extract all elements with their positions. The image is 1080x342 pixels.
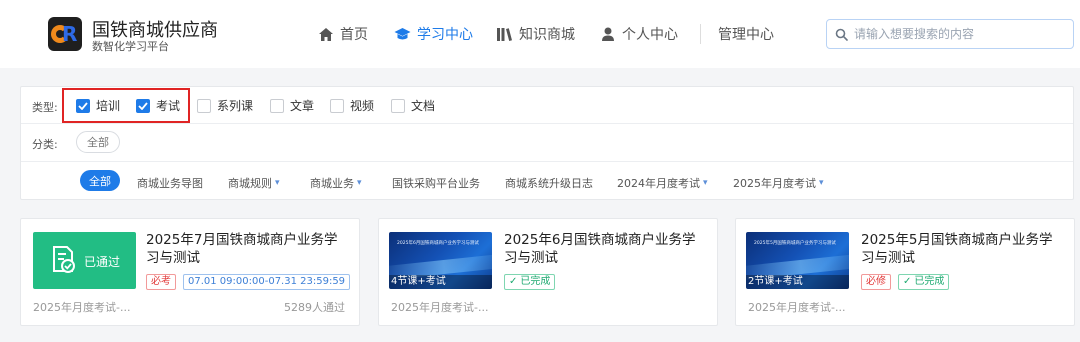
checkbox-empty-icon bbox=[330, 98, 344, 113]
nav-learning-center[interactable]: 学习中心 bbox=[394, 24, 473, 44]
chevron-down-icon: ▾ bbox=[819, 178, 824, 188]
type-checkbox-series[interactable]: 系列课 bbox=[197, 97, 253, 114]
nav-personal-center[interactable]: 个人中心 bbox=[600, 24, 678, 44]
document-check-icon bbox=[53, 246, 75, 273]
search-box bbox=[826, 19, 1074, 49]
tag-text: 必考 bbox=[151, 276, 171, 287]
subcategory-label: 商城规则 bbox=[228, 177, 272, 190]
subcategory-all-pill[interactable]: 全部 bbox=[80, 170, 120, 191]
home-icon bbox=[319, 27, 333, 41]
nav-home-label: 首页 bbox=[340, 27, 368, 43]
subcategory-label: 商城系统升级日志 bbox=[505, 177, 593, 190]
user-icon bbox=[602, 27, 614, 41]
card-category: 2025年月度考试-... bbox=[33, 301, 131, 314]
library-icon bbox=[497, 27, 512, 41]
subcategory-item[interactable]: 商城系统升级日志 bbox=[505, 175, 593, 191]
date-range-tag: 07.01 09:00:00-07.31 23:59:59 bbox=[183, 274, 351, 290]
thumbnail-title: 2025年5月国铁商城商户业务学习与测试 bbox=[754, 241, 836, 246]
required-tag: 必考 bbox=[146, 274, 176, 290]
nav-knowledge-mall[interactable]: 知识商城 bbox=[496, 24, 575, 44]
subcategory-item[interactable]: 商城规则 ▾ bbox=[228, 175, 280, 191]
thumbnail-caption: 2节课+考试 bbox=[746, 275, 849, 289]
course-card[interactable]: 2025年6月国铁商城商户业务学习与测试 4节课+考试 2025年6月国铁商城商… bbox=[378, 218, 718, 326]
chevron-down-icon: ▾ bbox=[357, 178, 362, 188]
nav-admin-center-label: 管理中心 bbox=[718, 27, 774, 43]
filter-row-divider bbox=[21, 123, 1073, 124]
graduation-cap-icon bbox=[394, 27, 411, 39]
nav-knowledge-mall-label: 知识商城 bbox=[519, 27, 575, 43]
type-checkbox-label: 视频 bbox=[350, 99, 375, 113]
card-thumbnail: 已通过 bbox=[33, 232, 136, 289]
highlight-box bbox=[62, 88, 190, 123]
search-input[interactable] bbox=[854, 27, 1054, 41]
subcategory-item[interactable]: 国铁采购平台业务 bbox=[392, 175, 480, 191]
card-category: 2025年月度考试-... bbox=[391, 301, 489, 314]
type-checkbox-label: 文章 bbox=[290, 99, 315, 113]
check-icon: ✓ bbox=[509, 276, 518, 287]
card-category: 2025年月度考试-... bbox=[748, 301, 846, 314]
nav-divider bbox=[700, 24, 701, 44]
subcategory-label: 商城业务导图 bbox=[137, 177, 203, 190]
tag-text: 已完成 bbox=[914, 276, 945, 287]
card-pass-count: 5289人通过 bbox=[284, 301, 345, 314]
chevron-down-icon: ▾ bbox=[275, 178, 280, 188]
course-card[interactable]: 已通过 2025年7月国铁商城商户业务学习与测试 必考 07.01 09:00:… bbox=[20, 218, 360, 326]
card-title: 2025年6月国铁商城商户业务学习与测试 bbox=[504, 232, 696, 266]
type-filter-label: 类型: bbox=[32, 101, 58, 114]
category-all-pill[interactable]: 全部 bbox=[76, 131, 120, 153]
thumbnail-caption: 4节课+考试 bbox=[389, 275, 492, 289]
nav-personal-center-label: 个人中心 bbox=[622, 27, 678, 43]
card-status-label: 已通过 bbox=[84, 255, 121, 269]
completed-tag: ✓ 已完成 bbox=[504, 274, 556, 290]
type-checkbox-label: 文档 bbox=[411, 99, 436, 113]
card-title: 2025年5月国铁商城商户业务学习与测试 bbox=[861, 232, 1053, 266]
nav-home[interactable]: 首页 bbox=[318, 24, 368, 44]
subcategory-item[interactable]: 2024年月度考试 ▾ bbox=[617, 175, 708, 191]
subcategory-label: 国铁采购平台业务 bbox=[392, 177, 480, 190]
tag-text: 必修 bbox=[866, 276, 886, 287]
tag-text: 07.01 09:00:00-07.31 23:59:59 bbox=[188, 276, 346, 287]
thumbnail-title: 2025年6月国铁商城商户业务学习与测试 bbox=[397, 241, 479, 246]
check-icon: ✓ bbox=[903, 276, 912, 287]
type-checkbox-document[interactable]: 文档 bbox=[391, 97, 435, 114]
checkbox-empty-icon bbox=[391, 98, 405, 113]
tag-text: 已完成 bbox=[520, 276, 551, 287]
subcategory-item[interactable]: 2025年月度考试 ▾ bbox=[733, 175, 824, 191]
subcategory-label: 商城业务 bbox=[310, 177, 354, 190]
top-header: R 国铁商城供应商 数智化学习平台 首页 学习中心 知识商城 个人中心 管理中心 bbox=[0, 0, 1080, 68]
filter-row-divider bbox=[21, 161, 1073, 162]
type-checkbox-video[interactable]: 视频 bbox=[330, 97, 374, 114]
category-filter-label: 分类: bbox=[32, 138, 58, 151]
card-thumbnail: 2025年5月国铁商城商户业务学习与测试 2节课+考试 bbox=[746, 232, 849, 289]
subcategory-label: 2025年月度考试 bbox=[733, 177, 816, 190]
nav-learning-center-label: 学习中心 bbox=[417, 27, 473, 43]
subcategory-item[interactable]: 商城业务导图 bbox=[137, 175, 203, 191]
chevron-down-icon: ▾ bbox=[703, 178, 708, 188]
nav-admin-center[interactable]: 管理中心 bbox=[718, 24, 774, 44]
type-checkbox-article[interactable]: 文章 bbox=[270, 97, 314, 114]
search-icon bbox=[835, 28, 848, 41]
type-checkbox-label: 系列课 bbox=[217, 99, 254, 113]
required-tag: 必修 bbox=[861, 274, 891, 290]
course-card[interactable]: 2025年5月国铁商城商户业务学习与测试 2节课+考试 2025年5月国铁商城商… bbox=[735, 218, 1075, 326]
brand-logo[interactable]: R bbox=[48, 17, 82, 51]
checkbox-empty-icon bbox=[270, 98, 284, 113]
subcategory-item[interactable]: 商城业务 ▾ bbox=[310, 175, 362, 191]
checkbox-empty-icon bbox=[197, 98, 211, 113]
brand-subtitle: 数智化学习平台 bbox=[92, 40, 169, 53]
card-thumbnail: 2025年6月国铁商城商户业务学习与测试 4节课+考试 bbox=[389, 232, 492, 289]
card-title: 2025年7月国铁商城商户业务学习与测试 bbox=[146, 232, 338, 266]
completed-tag: ✓ 已完成 bbox=[898, 274, 950, 290]
subcategory-label: 2024年月度考试 bbox=[617, 177, 700, 190]
